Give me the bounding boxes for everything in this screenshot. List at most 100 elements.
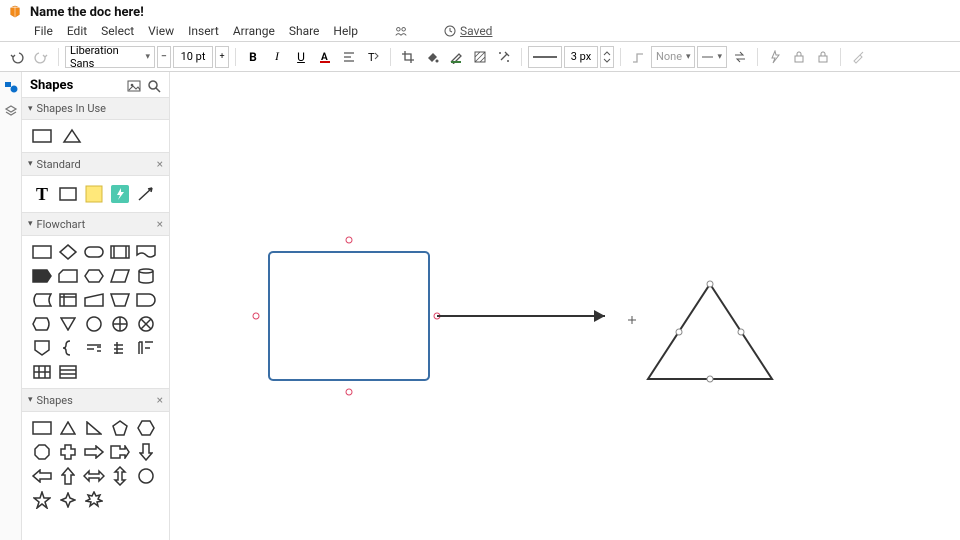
lock-button[interactable] bbox=[812, 46, 834, 68]
effects-button[interactable] bbox=[493, 46, 515, 68]
document-title[interactable]: Name the doc here! bbox=[30, 5, 144, 20]
close-icon[interactable]: × bbox=[157, 217, 163, 231]
menu-view[interactable]: View bbox=[148, 24, 174, 38]
sh-octagon[interactable] bbox=[30, 442, 54, 462]
canvas-triangle[interactable] bbox=[648, 284, 772, 379]
line-width-input[interactable]: 3 px bbox=[564, 46, 598, 68]
menu-file[interactable]: File bbox=[34, 24, 53, 38]
fc-data[interactable] bbox=[108, 266, 132, 286]
line-style-select[interactable] bbox=[528, 46, 562, 68]
arrow-end-select[interactable]: ▾ bbox=[697, 46, 727, 68]
close-icon[interactable]: × bbox=[157, 393, 163, 407]
shape-fill-button[interactable] bbox=[469, 46, 491, 68]
sh-cross[interactable] bbox=[56, 442, 80, 462]
tool-rectangle[interactable] bbox=[56, 182, 80, 206]
menu-help[interactable]: Help bbox=[333, 24, 358, 38]
fc-predefined[interactable] bbox=[108, 242, 132, 262]
italic-button[interactable]: I bbox=[266, 46, 288, 68]
selection-handle[interactable] bbox=[346, 237, 352, 243]
fc-list[interactable] bbox=[56, 362, 80, 382]
sh-right-triangle[interactable] bbox=[82, 418, 106, 438]
sh-triangle[interactable] bbox=[56, 418, 80, 438]
fc-process[interactable] bbox=[30, 242, 54, 262]
fc-decision[interactable] bbox=[56, 242, 80, 262]
quick-action-button[interactable] bbox=[764, 46, 786, 68]
search-icon[interactable] bbox=[147, 79, 161, 93]
menu-select[interactable]: Select bbox=[101, 24, 134, 38]
fc-manual-input[interactable] bbox=[82, 290, 106, 310]
fc-display[interactable] bbox=[30, 314, 54, 334]
tool-note[interactable] bbox=[82, 182, 106, 206]
fill-color-button[interactable] bbox=[421, 46, 443, 68]
fc-merge[interactable] bbox=[56, 314, 80, 334]
section-head-flowchart[interactable]: ▾ Flowchart × bbox=[22, 212, 169, 236]
shape-rectangle[interactable] bbox=[30, 126, 54, 146]
shape-handle[interactable] bbox=[738, 329, 744, 335]
sh-arrow-leftright[interactable] bbox=[82, 466, 106, 486]
section-head-standard[interactable]: ▾ Standard × bbox=[22, 152, 169, 176]
sh-callout-arrow[interactable] bbox=[108, 442, 132, 462]
fc-connector[interactable] bbox=[82, 314, 106, 334]
sh-arrow-right[interactable] bbox=[82, 442, 106, 462]
line-width-stepper[interactable] bbox=[600, 46, 614, 68]
fc-sort[interactable] bbox=[108, 338, 132, 358]
font-size-input[interactable]: 10 pt bbox=[173, 46, 213, 68]
line-color-button[interactable] bbox=[445, 46, 467, 68]
sh-rectangle[interactable] bbox=[30, 418, 54, 438]
section-head-shapes[interactable]: ▾ Shapes × bbox=[22, 388, 169, 412]
sh-arrow-up[interactable] bbox=[56, 466, 80, 486]
fc-brace[interactable] bbox=[56, 338, 80, 358]
fc-offpage[interactable] bbox=[30, 338, 54, 358]
sh-arrow-down[interactable] bbox=[134, 442, 158, 462]
eyedropper-button[interactable] bbox=[847, 46, 869, 68]
crop-button[interactable] bbox=[397, 46, 419, 68]
drawing-canvas[interactable] bbox=[170, 72, 960, 540]
collaboration-icon[interactable] bbox=[394, 24, 408, 38]
close-icon[interactable]: × bbox=[157, 157, 163, 171]
canvas-rectangle[interactable] bbox=[269, 252, 429, 380]
sh-star6[interactable] bbox=[82, 490, 106, 510]
shape-handle[interactable] bbox=[707, 376, 713, 382]
fc-or[interactable] bbox=[134, 314, 158, 334]
lock-format-button[interactable] bbox=[788, 46, 810, 68]
menu-edit[interactable]: Edit bbox=[67, 24, 87, 38]
bold-button[interactable]: B bbox=[242, 46, 264, 68]
connector-type-button[interactable] bbox=[627, 46, 649, 68]
save-status[interactable]: Saved bbox=[444, 24, 492, 38]
font-color-button[interactable]: A bbox=[314, 46, 336, 68]
sh-star5[interactable] bbox=[30, 490, 54, 510]
text-direction-button[interactable]: T bbox=[362, 46, 384, 68]
tool-action[interactable] bbox=[108, 182, 132, 206]
menu-insert[interactable]: Insert bbox=[188, 24, 219, 38]
shape-handle[interactable] bbox=[676, 329, 682, 335]
sh-star4[interactable] bbox=[56, 490, 80, 510]
tool-connector[interactable] bbox=[134, 182, 158, 206]
fc-manual-op[interactable] bbox=[108, 290, 132, 310]
fc-table[interactable] bbox=[30, 362, 54, 382]
fc-internal-storage[interactable] bbox=[56, 290, 80, 310]
arrow-start-select[interactable]: None▾ bbox=[651, 46, 695, 68]
selection-handle[interactable] bbox=[346, 389, 352, 395]
fc-card[interactable] bbox=[56, 266, 80, 286]
selection-handle[interactable] bbox=[253, 313, 259, 319]
tool-text[interactable]: T bbox=[30, 182, 54, 206]
undo-button[interactable] bbox=[6, 46, 28, 68]
fc-loop[interactable] bbox=[134, 338, 158, 358]
font-size-increase-button[interactable]: + bbox=[215, 46, 229, 68]
font-size-decrease-button[interactable]: – bbox=[157, 46, 171, 68]
fc-document[interactable] bbox=[134, 242, 158, 262]
sh-arrow-updown[interactable] bbox=[108, 466, 132, 486]
shapes-panel-button[interactable] bbox=[2, 78, 20, 96]
align-button[interactable] bbox=[338, 46, 360, 68]
redo-button[interactable] bbox=[30, 46, 52, 68]
fc-database[interactable] bbox=[134, 266, 158, 286]
shape-triangle[interactable] bbox=[60, 126, 84, 146]
fc-terminator[interactable] bbox=[82, 242, 106, 262]
image-icon[interactable] bbox=[127, 79, 141, 93]
sh-arrow-left[interactable] bbox=[30, 466, 54, 486]
section-head-inuse[interactable]: ▾ Shapes In Use bbox=[22, 97, 169, 120]
sh-hexagon[interactable] bbox=[134, 418, 158, 438]
underline-button[interactable]: U bbox=[290, 46, 312, 68]
fc-data-flag[interactable] bbox=[30, 266, 54, 286]
fc-preparation[interactable] bbox=[82, 266, 106, 286]
